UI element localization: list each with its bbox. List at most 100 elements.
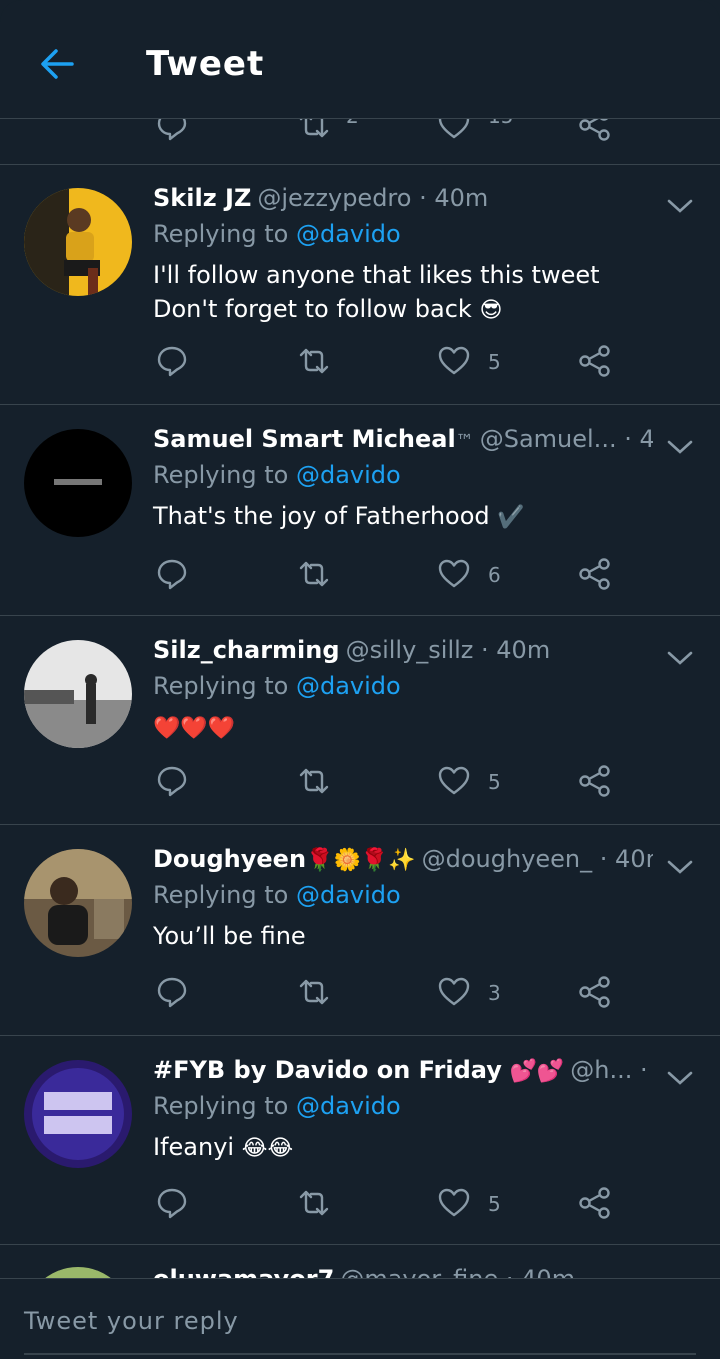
- replying-label: Replying to: [153, 461, 289, 489]
- like-heart-icon[interactable]: [437, 1186, 471, 1226]
- tweet-text: Ifeanyi 😂😂: [153, 1130, 673, 1166]
- like-count: 6: [488, 563, 501, 587]
- chevron-down-icon[interactable]: [664, 1062, 696, 1094]
- reply-tweet[interactable]: Doughyeen🌹🌼🌹✨@doughyeen_ · 40m Replying …: [0, 825, 720, 1036]
- avatar[interactable]: [24, 429, 132, 537]
- mention-link[interactable]: @davido: [296, 672, 401, 700]
- author-name[interactable]: Samuel Smart Micheal: [153, 425, 456, 453]
- reply-tweet[interactable]: Silz_charming @silly_sillz · 40m Replying…: [0, 616, 720, 825]
- name-emoji: 🌹🌼🌹✨: [306, 848, 416, 873]
- back-arrow-icon[interactable]: [36, 44, 76, 84]
- retweet-icon[interactable]: [297, 1186, 331, 1226]
- replying-label: Replying to: [153, 672, 289, 700]
- replying-to: Replying to @davido: [153, 672, 401, 700]
- chevron-down-icon[interactable]: [664, 851, 696, 883]
- share-icon[interactable]: [578, 118, 612, 148]
- author-name[interactable]: Silz_charming: [153, 636, 340, 664]
- tweet-time: · 40m: [599, 845, 653, 873]
- tweet-text-line: Don't forget to follow back: [153, 295, 472, 323]
- reply-icon[interactable]: [155, 344, 189, 384]
- reply-tweet[interactable]: Skilz JZ @jezzypedro · 40m Replying to @d…: [0, 164, 720, 405]
- tweet-time: · 39m: [640, 1056, 653, 1084]
- tweet-header: #FYB by Davido on Friday 💕💕@h... · 39m: [153, 1056, 653, 1090]
- reply-icon[interactable]: [155, 975, 189, 1015]
- author-handle[interactable]: @silly_sillz: [346, 636, 474, 664]
- retweet-count: 2: [346, 118, 359, 128]
- tweet-time: · 40m: [624, 425, 653, 453]
- avatar[interactable]: [24, 849, 132, 957]
- author-name[interactable]: #FYB by Davido on Friday: [153, 1056, 502, 1084]
- share-icon[interactable]: [578, 557, 612, 597]
- mention-link[interactable]: @davido: [296, 461, 401, 489]
- share-icon[interactable]: [578, 1186, 612, 1226]
- chevron-down-icon[interactable]: [664, 642, 696, 674]
- share-icon[interactable]: [578, 344, 612, 384]
- author-handle[interactable]: @jezzypedro: [257, 184, 411, 212]
- tweet-header: Samuel Smart Micheal™ @Samuel... · 40m: [153, 425, 653, 459]
- mention-link[interactable]: @davido: [296, 1092, 401, 1120]
- replying-to: Replying to @davido: [153, 1092, 401, 1120]
- reply-tweet[interactable]: Samuel Smart Micheal™ @Samuel... · 40m Re…: [0, 405, 720, 616]
- page-title: Tweet: [146, 44, 265, 84]
- emoji: 😎: [479, 298, 503, 323]
- author-handle[interactable]: @Samuel...: [480, 425, 617, 453]
- avatar[interactable]: [24, 188, 132, 296]
- tweet-text: You’ll be fine: [153, 919, 673, 953]
- tweet-text-line: You’ll be fine: [153, 922, 306, 950]
- like-count: 5: [488, 770, 501, 794]
- chevron-down-icon[interactable]: [664, 190, 696, 222]
- share-icon[interactable]: [578, 764, 612, 804]
- like-heart-icon[interactable]: [437, 344, 471, 384]
- like-count: 5: [488, 350, 501, 374]
- like-count: 5: [488, 1192, 501, 1216]
- retweet-icon[interactable]: [297, 557, 331, 597]
- like-heart-icon[interactable]: [437, 557, 471, 597]
- replying-to: Replying to @davido: [153, 220, 401, 248]
- share-icon[interactable]: [578, 975, 612, 1015]
- like-heart-icon[interactable]: [437, 118, 471, 148]
- retweet-icon[interactable]: [297, 764, 331, 804]
- author-name[interactable]: Doughyeen: [153, 845, 306, 873]
- author-handle[interactable]: @h...: [570, 1056, 632, 1084]
- retweet-icon[interactable]: [297, 118, 331, 148]
- chevron-down-icon[interactable]: [664, 431, 696, 463]
- tweet-header: Doughyeen🌹🌼🌹✨@doughyeen_ · 40m: [153, 845, 653, 879]
- like-count: 15: [488, 118, 513, 128]
- avatar[interactable]: [24, 640, 132, 748]
- tweet-header: Silz_charming @silly_sillz · 40m: [153, 636, 653, 670]
- reply-icon[interactable]: [155, 557, 189, 597]
- name-emoji: 💕💕: [509, 1059, 565, 1084]
- replying-to: Replying to @davido: [153, 461, 401, 489]
- replying-label: Replying to: [153, 220, 289, 248]
- author-name[interactable]: oluwamayor7: [153, 1265, 334, 1278]
- mention-link[interactable]: @davido: [296, 881, 401, 909]
- author-handle[interactable]: @doughyeen_: [422, 845, 593, 873]
- tweet-text: ❤️❤️❤️: [153, 710, 673, 746]
- avatar[interactable]: [24, 1267, 132, 1278]
- reply-icon[interactable]: [155, 118, 189, 148]
- like-heart-icon[interactable]: [437, 764, 471, 804]
- tweet-text: That's the joy of Fatherhood ✔️: [153, 499, 673, 535]
- author-handle[interactable]: @mayor_fine: [340, 1265, 498, 1278]
- replying-label: Replying to: [153, 881, 289, 909]
- reply-composer[interactable]: Tweet your reply: [0, 1278, 720, 1359]
- retweet-icon[interactable]: [297, 975, 331, 1015]
- retweet-icon[interactable]: [297, 344, 331, 384]
- emoji: ✔️: [497, 505, 525, 530]
- like-heart-icon[interactable]: [437, 975, 471, 1015]
- tweet-time: · 40m: [481, 636, 551, 664]
- tweet-time: · 40m: [419, 184, 489, 212]
- mention-link[interactable]: @davido: [296, 220, 401, 248]
- reply-tweet-partial[interactable]: oluwamayor7 @mayor_fine · 40m: [0, 1245, 720, 1278]
- reply-input-placeholder[interactable]: Tweet your reply: [24, 1307, 239, 1335]
- trademark-symbol: ™: [455, 431, 474, 452]
- avatar[interactable]: [24, 1060, 132, 1168]
- replying-to: Replying to @davido: [153, 881, 401, 909]
- replies-feed[interactable]: 2 15 Skilz JZ@jezzypedro · 40m Replying …: [0, 118, 720, 1278]
- reply-icon[interactable]: [155, 764, 189, 804]
- author-name[interactable]: Skilz JZ: [153, 184, 251, 212]
- reply-tweet[interactable]: #FYB by Davido on Friday 💕💕@h... · 39m R…: [0, 1036, 720, 1245]
- input-underline: [24, 1353, 696, 1355]
- reply-icon[interactable]: [155, 1186, 189, 1226]
- tweet-header: oluwamayor7 @mayor_fine · 40m: [153, 1265, 653, 1278]
